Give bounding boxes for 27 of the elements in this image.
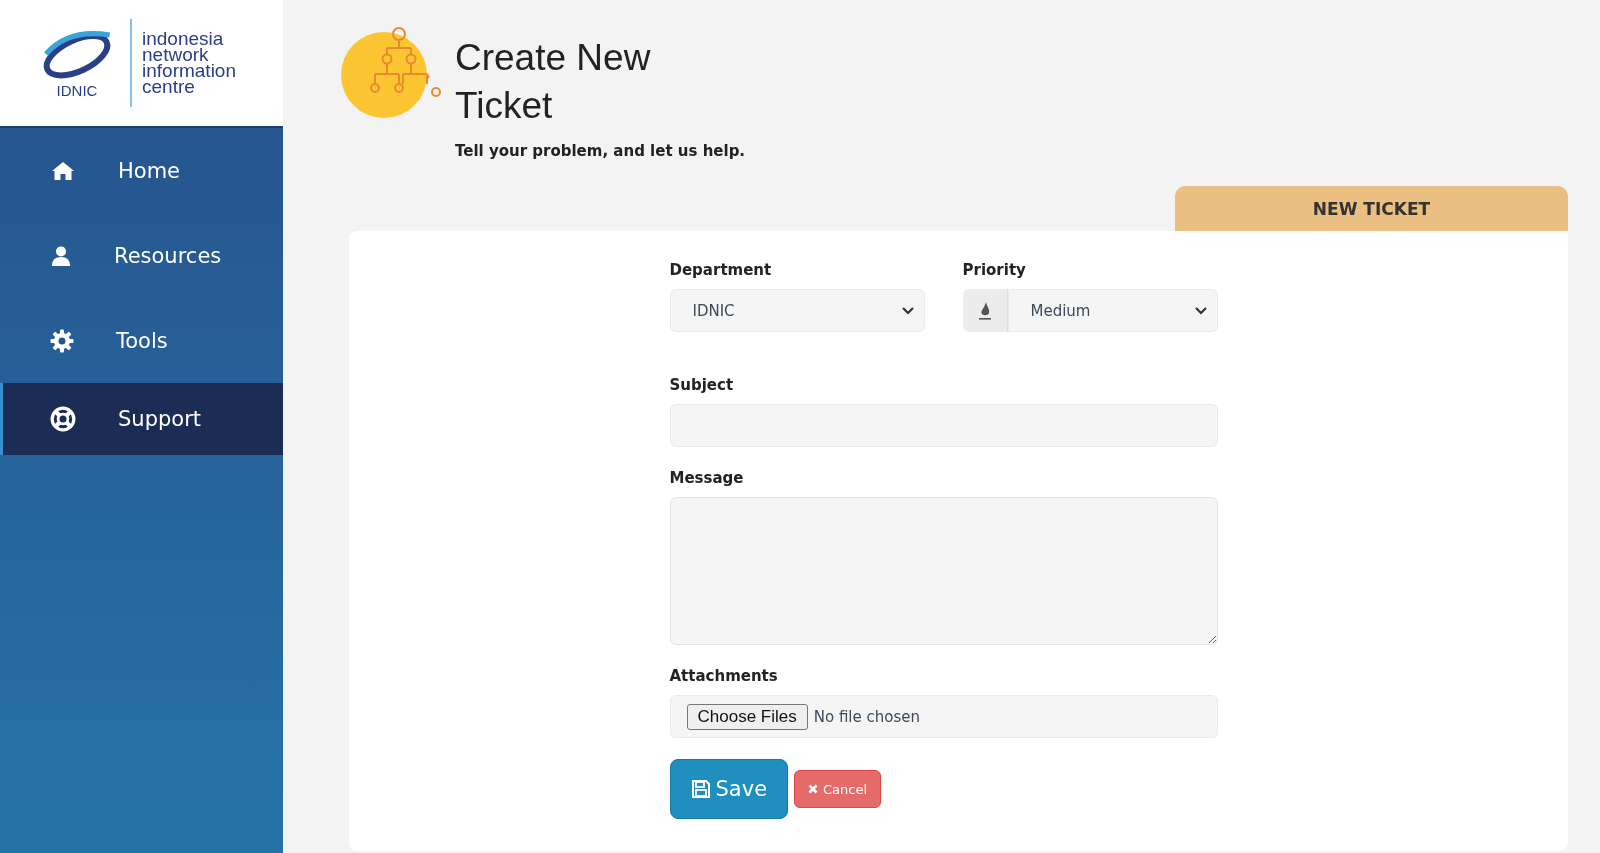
sidebar-item[interactable]: Support bbox=[0, 383, 283, 455]
save-button[interactable]: Save bbox=[669, 759, 789, 819]
file-input[interactable]: Choose Files No file chosen bbox=[669, 695, 1218, 738]
choose-files-button[interactable]: Choose Files bbox=[686, 703, 808, 730]
message-textarea[interactable] bbox=[669, 497, 1218, 645]
chevron-down-icon bbox=[1194, 306, 1207, 315]
field-label: Priority bbox=[962, 261, 1027, 279]
field-label: Subject bbox=[669, 376, 735, 394]
field-label: Attachments bbox=[669, 667, 779, 685]
sidebar-item[interactable]: Tools bbox=[0, 298, 283, 383]
logo-name: indonesia network information centre bbox=[142, 31, 236, 95]
close-icon bbox=[808, 784, 819, 794]
lifebuoy-icon bbox=[50, 406, 76, 432]
user-icon bbox=[50, 243, 72, 268]
logo-abbreviation: IDNIC bbox=[56, 81, 98, 99]
priority-select[interactable]: Medium bbox=[1007, 289, 1218, 332]
page-title: Create New Ticket bbox=[455, 36, 652, 128]
file-status: No file chosen bbox=[813, 707, 920, 726]
field-label: Message bbox=[669, 469, 745, 487]
department-select[interactable]: IDNIC bbox=[669, 289, 925, 332]
network-tree-icon bbox=[341, 26, 441, 118]
sidebar-item[interactable]: Home bbox=[0, 128, 283, 213]
field-label: Department bbox=[669, 261, 773, 279]
chevron-down-icon bbox=[901, 306, 914, 315]
page-subtitle: Tell your problem, and let us help. bbox=[455, 142, 746, 160]
sidebar-item[interactable]: Resources bbox=[0, 213, 283, 298]
flame-icon bbox=[977, 300, 992, 321]
